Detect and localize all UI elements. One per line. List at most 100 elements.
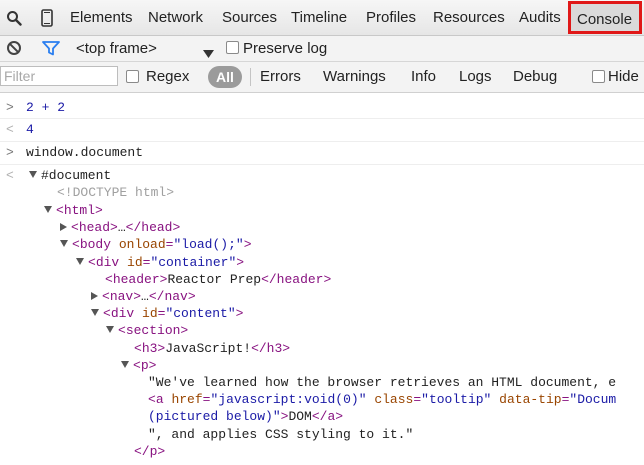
level-logs-button[interactable]: Logs — [459, 62, 492, 92]
tag-name: a — [155, 392, 164, 407]
attr-value: "container" — [150, 255, 237, 270]
tag-name: div — [95, 255, 120, 270]
tag-name: h3 — [266, 341, 283, 356]
tag-name: header — [276, 272, 324, 287]
dom-node-h3[interactable]: <h3>JavaScript!</h3> — [134, 340, 290, 357]
tag-name: h3 — [141, 341, 158, 356]
tab-elements[interactable]: Elements — [70, 0, 133, 35]
device-mode-icon[interactable] — [41, 0, 53, 35]
frame-select[interactable]: <top frame> — [76, 36, 157, 61]
search-icon[interactable] — [6, 0, 22, 35]
message-divider — [0, 118, 644, 119]
tab-profiles[interactable]: Profiles — [366, 0, 416, 35]
tab-sources[interactable]: Sources — [222, 0, 277, 35]
preserve-log-label: Preserve log — [243, 40, 328, 57]
attr-name: id — [142, 306, 158, 321]
tag-name: p — [140, 358, 149, 373]
collapse-triangle-icon[interactable] — [60, 223, 67, 231]
result-prompt-icon: < — [6, 122, 14, 137]
tag-name: head — [141, 220, 173, 235]
level-info-button[interactable]: Info — [411, 62, 436, 92]
dom-node-document[interactable]: #document — [29, 167, 111, 184]
dom-node-html[interactable]: <html> — [44, 202, 103, 219]
expand-triangle-icon[interactable] — [91, 309, 99, 316]
tab-audits[interactable]: Audits — [519, 0, 561, 35]
attr-value: (pictured below)" — [148, 409, 281, 424]
level-debug-button[interactable]: Debug — [513, 62, 557, 92]
console-input-2: window.document — [26, 145, 144, 160]
dom-node-head[interactable]: <head>…</head> — [60, 219, 180, 236]
dom-node-a-continued[interactable]: (pictured below)">DOM</a> — [148, 408, 343, 425]
tag-name: nav — [109, 289, 134, 304]
tag-name: section — [125, 323, 181, 338]
dom-node-p[interactable]: <p> — [121, 357, 156, 374]
input-prompt-icon: > — [6, 100, 14, 115]
regex-checkbox[interactable] — [126, 70, 139, 83]
regex-label: Regex — [146, 68, 190, 85]
preserve-log-checkbox[interactable] — [226, 41, 239, 54]
console-messages[interactable]: > 2 + 2 < 4 > window.document < #documen… — [0, 93, 644, 465]
hide-label: Hide — [608, 68, 639, 85]
attr-name: onload — [118, 237, 166, 252]
attr-name: data-tip — [499, 392, 562, 407]
dom-node-a[interactable]: <a href="javascript:void(0)" class="tool… — [148, 391, 616, 408]
collapse-triangle-icon[interactable] — [91, 292, 98, 300]
expand-triangle-icon[interactable] — [44, 206, 52, 213]
tag-name: p — [149, 444, 158, 459]
dom-node-doctype[interactable]: <!DOCTYPE html> — [57, 184, 174, 201]
dom-text-node-2[interactable]: ", and applies CSS styling to it." — [148, 426, 413, 443]
result-prompt-icon: < — [6, 168, 14, 183]
node-label: #document — [41, 168, 112, 183]
console-input-1: 2 + 2 — [26, 100, 66, 115]
tab-network[interactable]: Network — [148, 0, 203, 35]
ellipsis: … — [117, 220, 126, 235]
message-divider — [0, 164, 644, 165]
clear-console-icon[interactable] — [6, 40, 22, 61]
attr-value: "javascript:void(0)" — [210, 392, 367, 407]
ellipsis: … — [141, 289, 149, 304]
message-divider — [0, 141, 644, 142]
expand-triangle-icon[interactable] — [29, 171, 37, 178]
filter-input[interactable] — [0, 66, 118, 86]
console-filter-bar: Regex All Errors Warnings Info Logs Debu… — [0, 62, 644, 93]
node-text: Reactor Prep — [167, 272, 262, 287]
expand-triangle-icon[interactable] — [106, 326, 114, 333]
dom-node-section[interactable]: <section> — [106, 322, 188, 339]
expand-triangle-icon[interactable] — [60, 240, 68, 247]
level-warnings-button[interactable]: Warnings — [323, 62, 386, 92]
dom-node-body[interactable]: <body onload="load();"> — [60, 236, 252, 253]
tag-name: header — [112, 272, 160, 287]
console-result-1: 4 — [26, 122, 34, 137]
dom-node-p-close[interactable]: </p> — [134, 443, 165, 460]
level-errors-button[interactable]: Errors — [260, 62, 301, 92]
node-text: DOM — [288, 409, 312, 424]
attr-value: "load();" — [173, 237, 244, 252]
tag-name: div — [110, 306, 135, 321]
attr-name: id — [127, 255, 143, 270]
filter-funnel-icon[interactable] — [42, 41, 60, 61]
dom-node-nav[interactable]: <nav>…</nav> — [91, 288, 196, 305]
tab-console[interactable]: Console — [568, 1, 642, 34]
input-prompt-icon: > — [6, 145, 14, 160]
dom-node-div-content[interactable]: <div id="content"> — [91, 305, 243, 322]
expand-triangle-icon[interactable] — [121, 361, 129, 368]
dom-node-div-container[interactable]: <div id="container"> — [76, 254, 244, 271]
dom-text-node-1[interactable]: "We've learned how the browser retrieves… — [148, 374, 616, 391]
tag-name: html — [63, 203, 96, 218]
attr-name: class — [374, 392, 414, 407]
console-toolbar: <top frame> Preserve log — [0, 36, 644, 62]
tag-name: body — [79, 237, 112, 252]
level-all-button[interactable]: All — [208, 66, 242, 88]
attr-value: "content" — [165, 306, 236, 321]
dom-node-header[interactable]: <header>Reactor Prep</header> — [105, 271, 331, 288]
attr-value: "Docum — [569, 392, 617, 407]
tab-timeline[interactable]: Timeline — [291, 0, 347, 35]
expand-triangle-icon[interactable] — [76, 258, 84, 265]
attr-value: "tooltip" — [421, 392, 492, 407]
tag-name: head — [78, 220, 111, 235]
hide-network-checkbox[interactable] — [592, 70, 605, 83]
tab-resources[interactable]: Resources — [433, 0, 505, 35]
dropdown-arrow-icon[interactable] — [203, 45, 214, 63]
node-text: JavaScript! — [165, 341, 252, 356]
divider — [250, 68, 251, 86]
